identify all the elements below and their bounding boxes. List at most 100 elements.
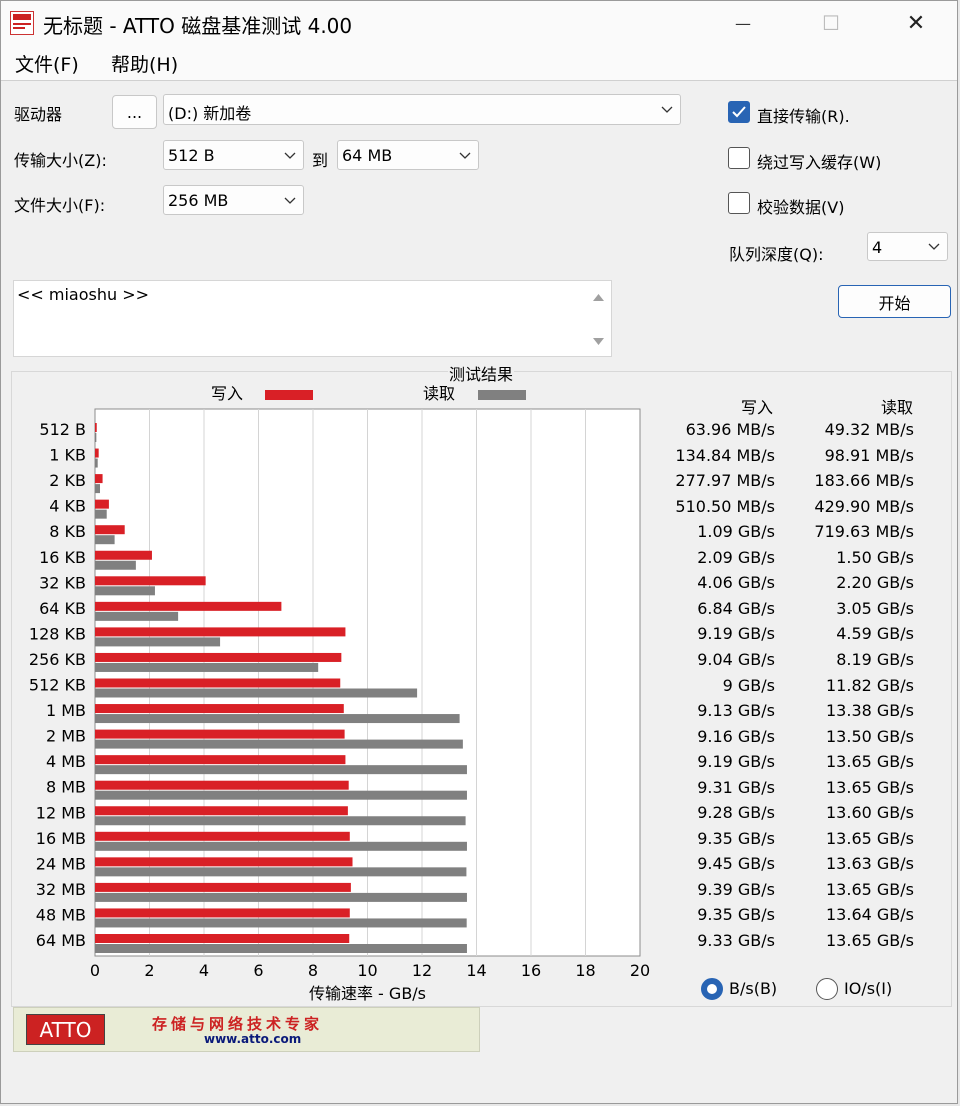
read-bar bbox=[95, 944, 467, 953]
write-bar bbox=[95, 525, 125, 535]
x-tick-label: 20 bbox=[630, 961, 650, 980]
description-text: << miaoshu >> bbox=[17, 285, 150, 304]
read-bar bbox=[95, 586, 155, 596]
write-bar bbox=[95, 831, 350, 841]
read-bar bbox=[95, 535, 115, 545]
transfer-from-select[interactable]: 512 B bbox=[163, 140, 304, 170]
read-bar bbox=[95, 688, 418, 698]
description-textarea[interactable]: << miaoshu >> bbox=[13, 280, 612, 357]
write-result-cell: 510.50 MB/s bbox=[675, 496, 775, 516]
read-result-cell: 13.65 GB/s bbox=[826, 931, 914, 950]
banner-url: www.atto.com bbox=[204, 1032, 302, 1046]
verify-data-checkbox[interactable] bbox=[728, 192, 750, 214]
minimize-icon: — bbox=[735, 13, 751, 33]
read-bar bbox=[95, 484, 101, 494]
write-result-cell: 9.35 GB/s bbox=[697, 905, 775, 925]
banner-slogan: 存储与网络技术专家 bbox=[152, 1015, 324, 1033]
write-result-cell: 9.39 GB/s bbox=[697, 879, 775, 899]
window-title: 无标题 - ATTO 磁盘基准测试 4.00 bbox=[43, 14, 353, 38]
bytes-per-second-label[interactable]: B/s(B) bbox=[729, 979, 777, 998]
y-tick-label: 64 KB bbox=[39, 599, 86, 618]
maximize-button[interactable]: ☐ bbox=[801, 1, 861, 45]
y-tick-label: 8 KB bbox=[49, 522, 86, 541]
transfer-from-value: 512 B bbox=[168, 146, 215, 165]
bytes-per-second-radio[interactable] bbox=[701, 978, 723, 1000]
x-tick-label: 14 bbox=[466, 961, 486, 980]
y-tick-label: 16 KB bbox=[39, 548, 86, 567]
file-size-select[interactable]: 256 MB bbox=[163, 185, 304, 215]
write-result-cell: 9.45 GB/s bbox=[697, 854, 775, 874]
minimize-button[interactable]: — bbox=[713, 1, 773, 45]
read-bar bbox=[95, 841, 467, 851]
y-tick-label: 8 MB bbox=[46, 778, 86, 797]
legend-read-swatch bbox=[478, 390, 526, 400]
read-bar bbox=[95, 560, 136, 570]
read-result-cell: 13.63 GB/s bbox=[826, 854, 914, 874]
read-bar bbox=[95, 867, 467, 877]
verify-data-label[interactable]: 校验数据(V) bbox=[757, 194, 844, 218]
title-bar[interactable]: 无标题 - ATTO 磁盘基准测试 4.00 — ☐ ✕ bbox=[1, 1, 957, 45]
transfer-to-value: 64 MB bbox=[342, 146, 393, 165]
write-bar bbox=[95, 448, 99, 458]
read-result-cell: 8.19 GB/s bbox=[836, 649, 914, 669]
io-per-second-radio[interactable] bbox=[816, 978, 838, 1000]
description-scrollbar[interactable] bbox=[585, 281, 611, 356]
y-tick-label: 32 KB bbox=[39, 573, 86, 592]
browse-button[interactable]: ... bbox=[112, 95, 157, 129]
direct-io-checkbox[interactable] bbox=[728, 101, 750, 123]
read-bar bbox=[95, 611, 179, 621]
drive-select[interactable]: (D:) 新加卷 bbox=[163, 94, 681, 125]
menu-bar: 文件(F) 帮助(H) bbox=[1, 45, 957, 81]
x-tick-label: 10 bbox=[357, 961, 377, 980]
y-tick-label: 4 KB bbox=[49, 497, 86, 516]
transfer-to-select[interactable]: 64 MB bbox=[337, 140, 479, 170]
start-button[interactable]: 开始 bbox=[838, 285, 951, 318]
write-bar bbox=[95, 550, 152, 560]
close-button[interactable]: ✕ bbox=[886, 1, 946, 45]
atto-logo: ATTO bbox=[26, 1014, 105, 1045]
scroll-up-icon[interactable] bbox=[593, 293, 604, 302]
io-per-second-label[interactable]: IO/s(I) bbox=[844, 979, 892, 998]
transfer-to-label: 到 bbox=[312, 151, 329, 170]
write-result-cell: 9 GB/s bbox=[722, 675, 775, 695]
x-tick-label: 0 bbox=[90, 961, 100, 980]
bypass-cache-checkbox[interactable] bbox=[728, 147, 750, 169]
read-result-cell: 3.05 GB/s bbox=[836, 598, 914, 618]
write-result-cell: 9.33 GB/s bbox=[697, 931, 775, 950]
write-result-cell: 2.09 GB/s bbox=[697, 547, 775, 567]
direct-io-label[interactable]: 直接传输(R). bbox=[757, 103, 850, 127]
y-tick-label: 64 MB bbox=[36, 931, 86, 950]
read-bar bbox=[95, 918, 467, 928]
read-bar bbox=[95, 714, 460, 724]
menu-file[interactable]: 文件(F) bbox=[15, 50, 79, 77]
read-result-cell: 13.38 GB/s bbox=[826, 701, 914, 721]
read-bar bbox=[95, 433, 97, 442]
read-result-cell: 4.59 GB/s bbox=[836, 624, 914, 644]
menu-help[interactable]: 帮助(H) bbox=[111, 50, 178, 77]
write-result-cell: 9.13 GB/s bbox=[697, 701, 775, 721]
x-tick-label: 2 bbox=[144, 961, 154, 980]
y-tick-label: 48 MB bbox=[36, 905, 86, 924]
results-chart: 0 2 4 6 8 10 12 14 16 18 20 传输速率 - GB/s 写入 读取 512 B 1 K… bbox=[29, 384, 650, 1003]
write-column-header: 写入 bbox=[741, 398, 774, 417]
write-bar bbox=[95, 780, 349, 790]
write-bar bbox=[95, 857, 353, 867]
chevron-down-icon bbox=[661, 106, 673, 113]
queue-depth-select[interactable]: 4 bbox=[867, 232, 948, 261]
y-tick-label: 1 KB bbox=[49, 446, 86, 465]
read-result-cell: 98.91 MB/s bbox=[824, 445, 914, 465]
scroll-down-icon[interactable] bbox=[593, 337, 604, 346]
read-result-cell: 13.50 GB/s bbox=[826, 726, 914, 746]
legend-write-swatch bbox=[265, 390, 313, 400]
bypass-cache-label[interactable]: 绕过写入缓存(W) bbox=[757, 149, 881, 173]
y-tick-label: 16 MB bbox=[36, 829, 86, 848]
read-result-cell: 13.60 GB/s bbox=[826, 803, 914, 823]
atto-banner[interactable]: ATTO 存储与网络技术专家 www.atto.com bbox=[13, 1007, 480, 1052]
read-bar bbox=[95, 509, 107, 519]
write-bar bbox=[95, 601, 282, 611]
read-bar bbox=[95, 790, 467, 800]
write-result-cell: 1.09 GB/s bbox=[697, 522, 775, 542]
write-bar bbox=[95, 934, 350, 943]
write-result-cell: 9.19 GB/s bbox=[697, 624, 775, 644]
chevron-down-icon bbox=[459, 152, 471, 159]
